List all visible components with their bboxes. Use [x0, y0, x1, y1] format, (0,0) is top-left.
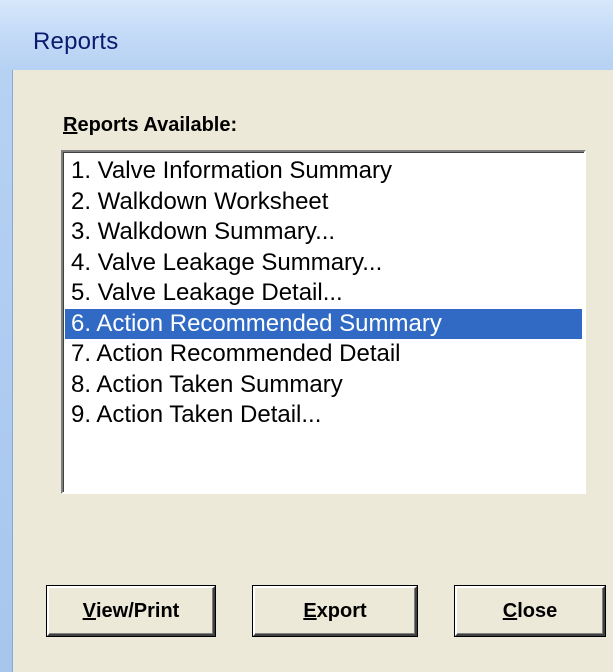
report-item-6[interactable]: 6. Action Recommended Summary	[65, 308, 582, 339]
close-accelerator: C	[502, 599, 518, 622]
label-accelerator: R	[63, 114, 78, 136]
reports-available-label: Reports Available:	[63, 114, 237, 137]
report-item-7[interactable]: 7. Action Recommended Detail	[65, 339, 582, 370]
reports-window: Reports Reports Available: 1. Valve Info…	[0, 0, 613, 672]
dialog-client-area: Reports Available: 1. Valve Information …	[12, 70, 613, 672]
view-print-button[interactable]: View/Print	[47, 586, 215, 636]
close-button[interactable]: Close	[455, 586, 605, 636]
reports-list: 1. Valve Information Summary 2. Walkdown…	[65, 156, 582, 431]
report-item-2[interactable]: 2. Walkdown Worksheet	[65, 187, 582, 218]
report-item-5[interactable]: 5. Valve Leakage Detail...	[65, 278, 582, 309]
export-label: xport	[316, 599, 367, 622]
view-print-accelerator: V	[82, 599, 96, 622]
report-item-1[interactable]: 1. Valve Information Summary	[65, 156, 582, 187]
export-accelerator: E	[303, 599, 317, 622]
title-bar[interactable]: Reports	[0, 0, 613, 70]
window-title: Reports	[33, 28, 119, 55]
report-item-3[interactable]: 3. Walkdown Summary...	[65, 217, 582, 248]
export-button[interactable]: Export	[253, 586, 417, 636]
report-item-9[interactable]: 9. Action Taken Detail...	[65, 400, 582, 431]
report-item-4[interactable]: 4. Valve Leakage Summary...	[65, 248, 582, 279]
report-item-8[interactable]: 8. Action Taken Summary	[65, 370, 582, 401]
label-text: eports Available:	[77, 114, 238, 136]
reports-listbox[interactable]: 1. Valve Information Summary 2. Walkdown…	[61, 150, 586, 494]
view-print-label: iew/Print	[95, 599, 180, 622]
close-label: lose	[517, 599, 558, 622]
